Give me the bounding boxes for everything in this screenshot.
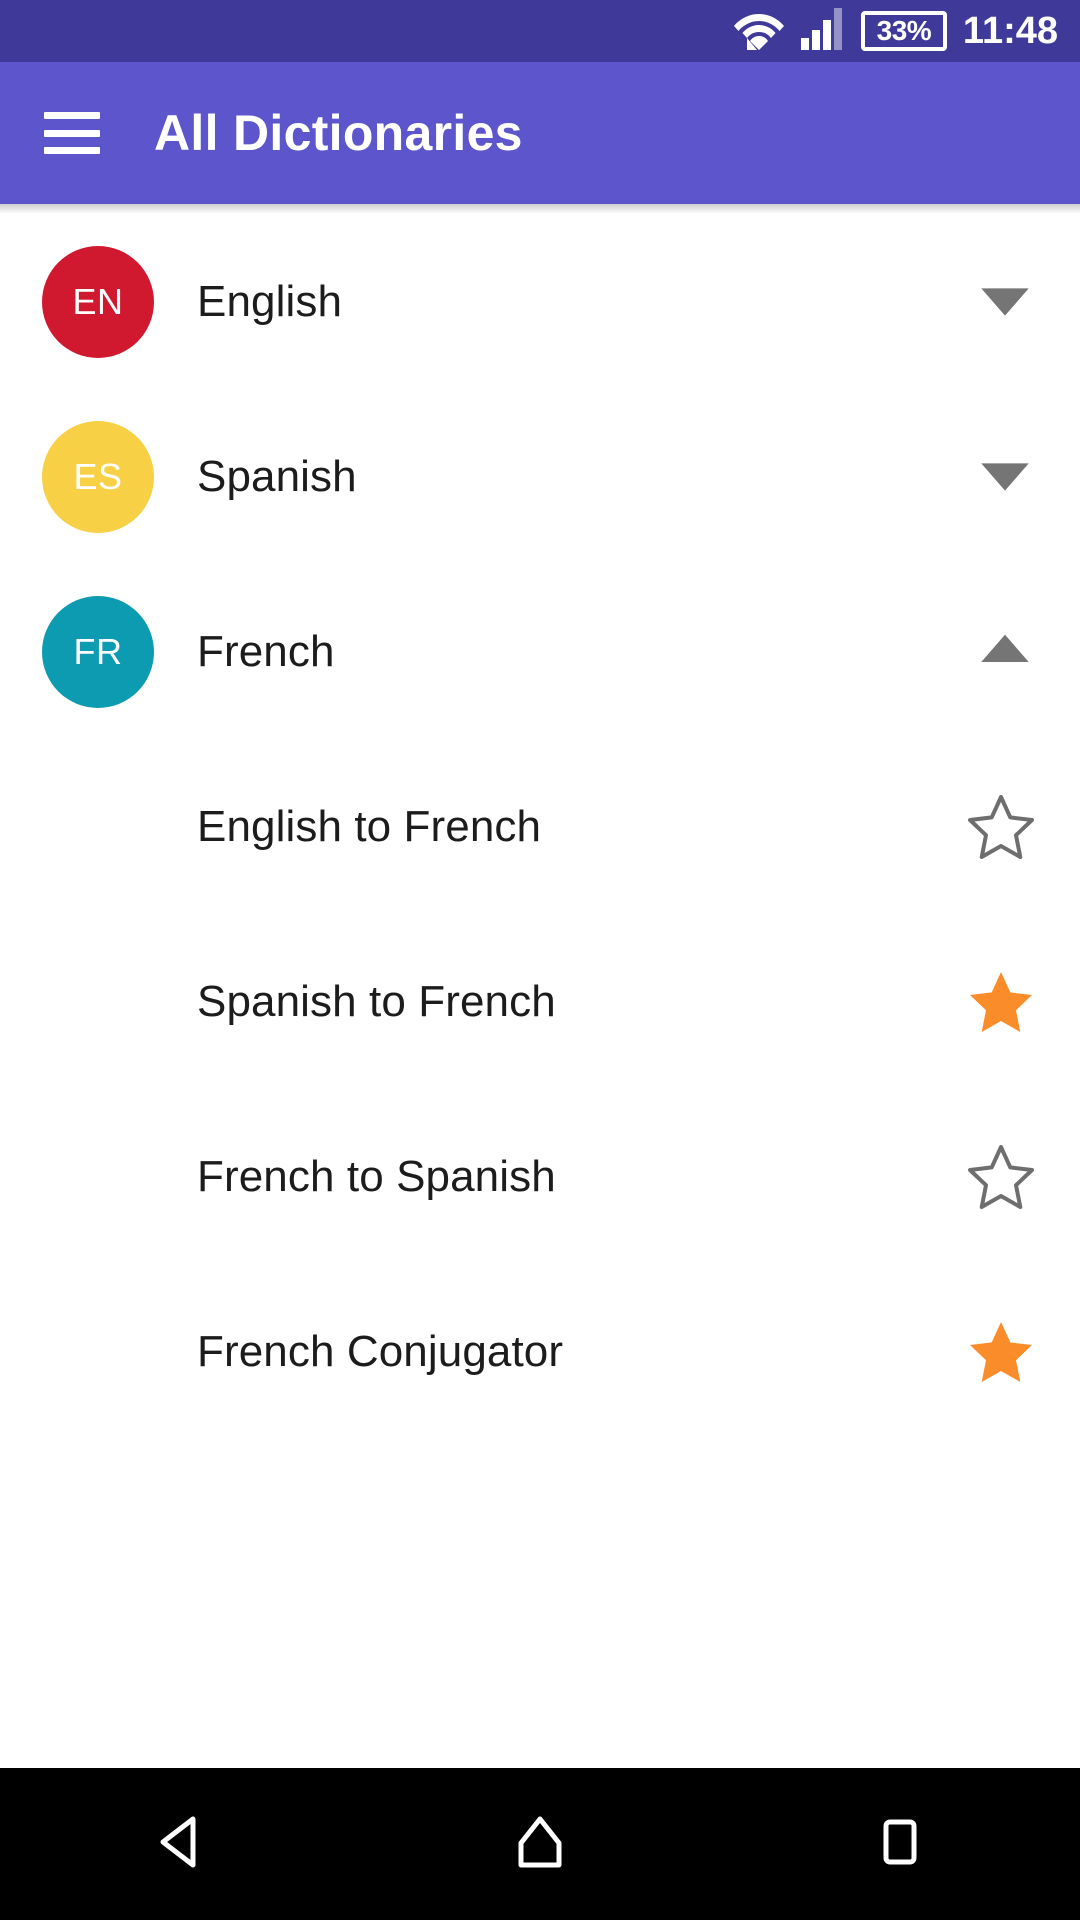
- dictionary-row[interactable]: French Conjugator: [0, 1264, 1080, 1439]
- language-group-row[interactable]: ES Spanish: [0, 389, 1080, 564]
- star-outline-icon[interactable]: [966, 1142, 1036, 1212]
- chevron-down-icon[interactable]: [974, 271, 1036, 333]
- status-icon-group: 33% 11:48: [733, 7, 1058, 55]
- chevron-up-icon[interactable]: [974, 621, 1036, 683]
- home-button[interactable]: [460, 1789, 620, 1899]
- language-group-row[interactable]: EN English: [0, 214, 1080, 389]
- hamburger-bar: [44, 129, 100, 137]
- back-button[interactable]: [100, 1789, 260, 1899]
- square-recents-icon: [869, 1811, 931, 1878]
- status-bar-clock: 11:48: [962, 10, 1058, 52]
- dictionary-row[interactable]: Spanish to French: [0, 914, 1080, 1089]
- hamburger-bar: [44, 112, 100, 119]
- chevron-down-icon[interactable]: [974, 446, 1036, 508]
- star-outline-icon[interactable]: [966, 792, 1036, 862]
- hamburger-menu-icon[interactable]: [44, 112, 100, 154]
- language-name-label: French: [197, 626, 335, 676]
- language-code-label: FR: [73, 630, 123, 672]
- star-filled-icon[interactable]: [966, 1317, 1036, 1387]
- language-name-label: English: [197, 276, 343, 326]
- dictionary-row[interactable]: English to French: [0, 739, 1080, 914]
- content-area: EN English ES Spanish FR French English to Fre…: [0, 204, 1080, 1768]
- phone-screen: 33% 11:48 All Dictionaries EN English ES Sp…: [0, 0, 1080, 1920]
- language-avatar: ES: [42, 420, 154, 533]
- page-title: All Dictionaries: [154, 105, 523, 161]
- signal-bars-icon: [800, 7, 845, 55]
- battery-body: 33%: [860, 11, 947, 51]
- app-bar: All Dictionaries: [0, 62, 1080, 204]
- battery-level-text: 33%: [876, 15, 932, 46]
- recents-button[interactable]: [820, 1789, 980, 1899]
- android-navigation-bar: [0, 1768, 1080, 1920]
- status-bar: 33% 11:48: [0, 0, 1080, 62]
- hamburger-bar: [44, 147, 100, 154]
- dictionary-name-label: English to French: [197, 801, 542, 851]
- home-pentagon-icon: [509, 1811, 571, 1878]
- dictionary-name-label: French Conjugator: [197, 1326, 564, 1376]
- dictionary-row[interactable]: French to Spanish: [0, 1089, 1080, 1264]
- wifi-icon: [733, 8, 785, 55]
- battery-icon: 33%: [860, 11, 947, 51]
- language-name-label: Spanish: [197, 451, 357, 501]
- language-avatar: FR: [42, 595, 154, 708]
- language-avatar: EN: [42, 245, 154, 358]
- triangle-back-icon: [149, 1811, 211, 1878]
- dictionary-name-label: French to Spanish: [197, 1151, 556, 1201]
- language-group-row[interactable]: FR French: [0, 564, 1080, 739]
- language-code-label: ES: [73, 455, 123, 497]
- app-bar-shadow: [0, 204, 1080, 214]
- dictionary-list: EN English ES Spanish FR French English to Fre…: [0, 214, 1080, 1439]
- dictionary-name-label: Spanish to French: [197, 976, 556, 1026]
- language-code-label: EN: [72, 280, 124, 322]
- star-filled-icon[interactable]: [966, 967, 1036, 1037]
